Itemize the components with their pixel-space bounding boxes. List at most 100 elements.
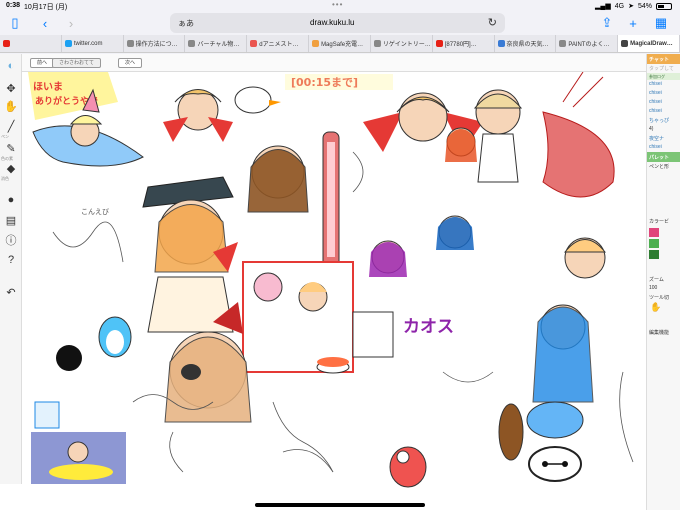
galaxy-scene xyxy=(31,432,126,484)
blonde-chibi xyxy=(163,89,233,142)
battery-icon xyxy=(656,2,672,10)
blue-blob xyxy=(526,401,584,439)
home-indicator[interactable] xyxy=(255,503,425,507)
room-name: さわさわおてて xyxy=(52,58,102,68)
bread-drawing xyxy=(498,403,524,461)
address-bar[interactable]: ぁあ draw.kuku.lu ↻ xyxy=(170,13,505,33)
location-icon: ➤ xyxy=(628,3,634,10)
log-user-chabi-count: 4) xyxy=(649,126,654,132)
back-icon[interactable]: ‹ xyxy=(36,14,54,32)
move-icon[interactable]: ✥ xyxy=(3,80,19,96)
tab-favicon-icon xyxy=(250,40,258,47)
browser-tab[interactable]: [87780円]… xyxy=(433,35,495,52)
layers-icon[interactable]: ▤ xyxy=(3,212,19,228)
canvas-header: 前へ さわさわおてて 次へ xyxy=(22,54,646,72)
browser-nav: ▯ ‹ › ぁあ draw.kuku.lu ↻ ⇪ + ▦ xyxy=(0,12,680,34)
zoom-value[interactable]: 100 xyxy=(647,284,680,293)
hand-icon[interactable]: ✋ xyxy=(3,98,19,114)
color-swatch-1[interactable] xyxy=(649,228,659,237)
baymax-drawing xyxy=(528,446,582,482)
undo-icon[interactable]: ↶ xyxy=(3,284,19,300)
tool-palette: ◐ ✥ ✋ ╱ ペン ✎ 色の素 ◆ 消色 ● ▤ ⓘ ? ↶ xyxy=(0,54,22,484)
tab-label: 操作方法につ… xyxy=(135,42,178,48)
thanks-banner: ほいま ありがとうやで xyxy=(28,72,118,120)
tab-favicon-icon xyxy=(497,40,505,47)
tab-favicon-icon xyxy=(621,40,629,47)
browser-tab[interactable]: PAINTのよく… xyxy=(556,35,619,52)
forward-icon[interactable]: › xyxy=(62,14,80,32)
red-bird xyxy=(389,446,427,488)
browser-tab[interactable]: twitter.com xyxy=(62,35,124,52)
log-user-chabi: ちゃっぴ xyxy=(649,118,670,124)
tab-label: MagSafe充電… xyxy=(321,42,364,48)
network-label: 4G xyxy=(614,2,625,10)
tab-label: twitter.com xyxy=(73,40,103,47)
reader-options[interactable]: ぁあ xyxy=(178,18,194,29)
log-user-1: chisei xyxy=(649,81,662,87)
help-icon[interactable]: ? xyxy=(3,252,19,268)
new-tab-icon[interactable]: + xyxy=(624,14,642,32)
browser-tab[interactable]: dアニメスト… xyxy=(247,35,310,52)
chat-header[interactable]: チャット xyxy=(647,54,680,64)
hand-tool-icon[interactable]: ✋ xyxy=(647,302,680,316)
color-swatch-2[interactable] xyxy=(649,239,659,248)
pen-icon[interactable]: ╱ xyxy=(3,118,19,134)
tab-label: 奈良県の天気… xyxy=(506,42,549,48)
info-icon[interactable]: ⓘ xyxy=(3,232,19,248)
brush-icon[interactable]: ✎ xyxy=(3,140,19,156)
tab-label: dアニメスト… xyxy=(259,42,299,48)
log-header: 参加ログ xyxy=(647,73,680,80)
log-user-yozora: 夜空ナ xyxy=(649,136,665,142)
tab-favicon-icon xyxy=(435,40,443,47)
right-sidebar: チャット タップして 参加ログ chisei chisei chisei chi… xyxy=(646,54,680,510)
big-shrimp xyxy=(542,72,615,198)
chat-icon[interactable]: ● xyxy=(3,192,19,208)
tab-overview-icon[interactable]: ▦ xyxy=(652,14,670,32)
tab-favicon-icon xyxy=(126,40,134,47)
browser-tab[interactable] xyxy=(0,35,62,52)
browser-tab[interactable]: バーチャル物… xyxy=(185,35,248,52)
penguin-drawing xyxy=(98,316,132,358)
pen-size-label: ペンと形 xyxy=(649,164,670,170)
tab-label: PAINTのよく… xyxy=(568,42,610,48)
tab-label: [87780円]… xyxy=(444,42,477,48)
battery-label: 54% xyxy=(637,2,652,10)
bird-drawing xyxy=(234,86,281,114)
tab-favicon-icon xyxy=(312,40,320,47)
prev-button[interactable]: 前へ xyxy=(30,58,55,68)
tab-favicon-icon xyxy=(64,40,72,47)
share-icon[interactable]: ⇪ xyxy=(598,14,616,32)
thanks-text-1: ほいま xyxy=(33,81,63,93)
browser-tab[interactable]: リゲイントリー… xyxy=(371,35,433,52)
browser-tab[interactable]: MagicalDraw… xyxy=(618,35,680,52)
konnichi-text: こんえび xyxy=(81,208,109,216)
drawing-canvas[interactable]: ほいま ありがとうやで [00:15まで] カオス こんえび xyxy=(23,72,646,488)
palette-header[interactable]: パレット xyxy=(647,152,680,162)
fill-icon[interactable]: ◆ xyxy=(3,160,19,176)
canvas-art: ほいま ありがとうやで [00:15まで] カオス こんえび xyxy=(28,72,634,488)
browser-tab[interactable]: 操作方法につ… xyxy=(124,35,186,52)
shrimp-pole xyxy=(322,131,340,268)
zoom-label: ズーム xyxy=(649,277,664,283)
color-swatch-3[interactable] xyxy=(649,250,659,259)
next-button[interactable]: 次へ xyxy=(118,58,143,68)
browser-tab[interactable]: MagSafe充電… xyxy=(309,35,371,52)
sushi-drawing xyxy=(316,357,350,374)
signal-icon: ▂▄▆ xyxy=(595,3,611,10)
calendar-drawing xyxy=(34,401,60,429)
hat-girl xyxy=(142,176,238,333)
chat-input[interactable]: タップして xyxy=(647,64,680,73)
blue-hair-girl xyxy=(436,215,474,250)
reload-icon[interactable]: ↻ xyxy=(488,16,497,29)
log-user-4: chisei xyxy=(649,108,662,114)
log-user-3: chisei xyxy=(649,99,662,105)
drawing-app: ◐ ✥ ✋ ╱ ペン ✎ 色の素 ◆ 消色 ● ▤ ⓘ ? ↶ 前へ さわさわお… xyxy=(0,54,680,510)
tab-label: MagicalDraw… xyxy=(630,40,673,47)
blue-twintail-girl xyxy=(532,304,594,403)
browser-tab[interactable]: 奈良県の天気… xyxy=(495,35,557,52)
tab-favicon-icon xyxy=(188,40,196,47)
fill-label: 消色 xyxy=(1,176,9,181)
multitask-dots[interactable]: ••• xyxy=(332,0,343,9)
status-right: ▂▄▆ 4G ➤ 54% xyxy=(595,2,672,10)
sidebar-toggle-icon[interactable]: ▯ xyxy=(6,14,24,32)
